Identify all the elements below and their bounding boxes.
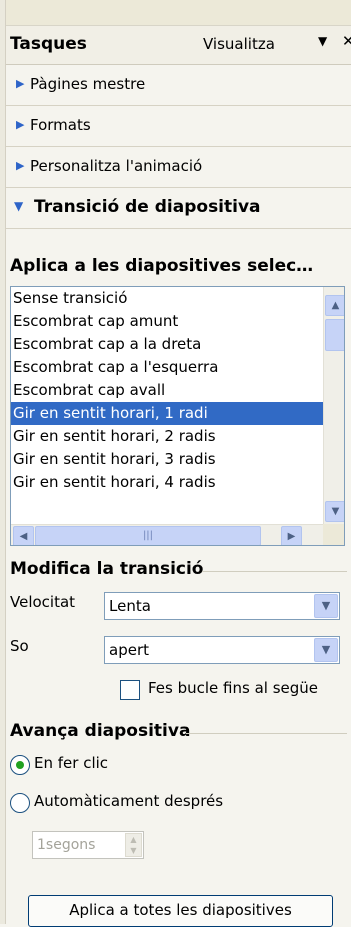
view-dropdown-icon[interactable]: ▼ [318, 34, 327, 48]
speed-label: Velocitat [10, 593, 76, 611]
top-strip [6, 0, 351, 26]
loop-checkbox[interactable] [120, 680, 140, 700]
list-item[interactable]: Escombrat cap a la dreta [11, 333, 325, 356]
section-label: Pàgines mestre [30, 75, 146, 93]
spin-arrows-icon[interactable]: ▲ ▼ [125, 833, 142, 857]
transition-list[interactable]: Sense transició Escombrat cap amunt Esco… [10, 286, 345, 546]
section-label: Personalitza l'animació [30, 157, 203, 175]
list-item[interactable]: Escombrat cap avall [11, 379, 325, 402]
seconds-spinner[interactable]: 1segons ▲ ▼ [32, 831, 144, 859]
horizontal-scroll-thumb[interactable]: ||| [35, 526, 261, 545]
section-custom-animation[interactable]: ▶ Personalitza l'animació [6, 147, 351, 188]
section-formats[interactable]: ▶ Formats [6, 106, 351, 147]
on-click-radio[interactable] [10, 755, 30, 775]
automatic-radio[interactable] [10, 793, 30, 813]
triangle-right-icon: ▶ [16, 118, 25, 131]
modify-transition-heading: Modifica la transició [10, 559, 204, 579]
radio-selected-dot [16, 761, 24, 769]
view-menu-button[interactable]: Visualitza [203, 35, 275, 53]
chevron-down-icon[interactable]: ▼ [314, 638, 338, 662]
advance-slide-heading: Avança diapositiva [10, 721, 191, 741]
speed-value: Lenta [109, 597, 151, 615]
vertical-scroll-thumb[interactable] [325, 319, 344, 351]
apply-to-selected-label: Aplica a les diapositives selec… [10, 256, 314, 276]
group-divider [186, 733, 347, 734]
list-item[interactable]: Gir en sentit horari, 3 radis [11, 448, 325, 471]
speed-select[interactable]: Lenta ▼ [104, 592, 340, 620]
list-item[interactable]: Escombrat cap amunt [11, 310, 325, 333]
list-item[interactable]: Escombrat cap a l'esquerra [11, 356, 325, 379]
seconds-value: 1segons [37, 837, 96, 853]
pane-title: Tasques [10, 34, 87, 54]
scroll-right-icon[interactable]: ▶ [281, 526, 302, 545]
vertical-scrollbar[interactable]: ▲ ▼ [323, 287, 344, 524]
list-item[interactable]: Sense transició [11, 287, 325, 310]
task-pane: Tasques Visualitza ▼ ✕ ▶ Pàgines mestre … [6, 0, 351, 927]
sound-select[interactable]: apert ▼ [104, 636, 340, 664]
list-item[interactable]: Gir en sentit horari, 2 radis [11, 425, 325, 448]
sound-label: So [10, 637, 29, 655]
horizontal-scrollbar[interactable]: ◀ ||| ▶ [11, 524, 323, 545]
section-slide-transition[interactable]: ▼ Transició de diapositiva [6, 188, 351, 229]
triangle-down-icon: ▼ [14, 199, 24, 213]
group-divider [202, 571, 347, 572]
list-item[interactable]: Gir en sentit horari, 4 radis [11, 471, 325, 494]
triangle-right-icon: ▶ [16, 77, 25, 90]
triangle-right-icon: ▶ [16, 159, 25, 172]
section-label: Formats [30, 116, 91, 134]
loop-label: Fes bucle fins al següe [148, 679, 319, 697]
chevron-down-icon[interactable]: ▼ [314, 594, 338, 618]
scroll-corner [323, 524, 344, 545]
scroll-up-icon[interactable]: ▲ [325, 295, 344, 316]
list-item-selected[interactable]: Gir en sentit horari, 1 radi [11, 402, 325, 425]
close-icon[interactable]: ✕ [342, 32, 351, 50]
section-master-pages[interactable]: ▶ Pàgines mestre [6, 65, 351, 106]
automatic-label: Automàticament després [34, 792, 224, 810]
section-label: Transició de diapositiva [34, 197, 261, 217]
apply-to-all-button[interactable]: Aplica a totes les diapositives [28, 895, 333, 927]
on-click-label: En fer clic [34, 754, 109, 772]
scroll-left-icon[interactable]: ◀ [13, 526, 34, 545]
task-pane-header: Tasques Visualitza ▼ ✕ [6, 26, 351, 65]
scroll-down-icon[interactable]: ▼ [325, 501, 344, 522]
sound-value: apert [109, 641, 149, 659]
